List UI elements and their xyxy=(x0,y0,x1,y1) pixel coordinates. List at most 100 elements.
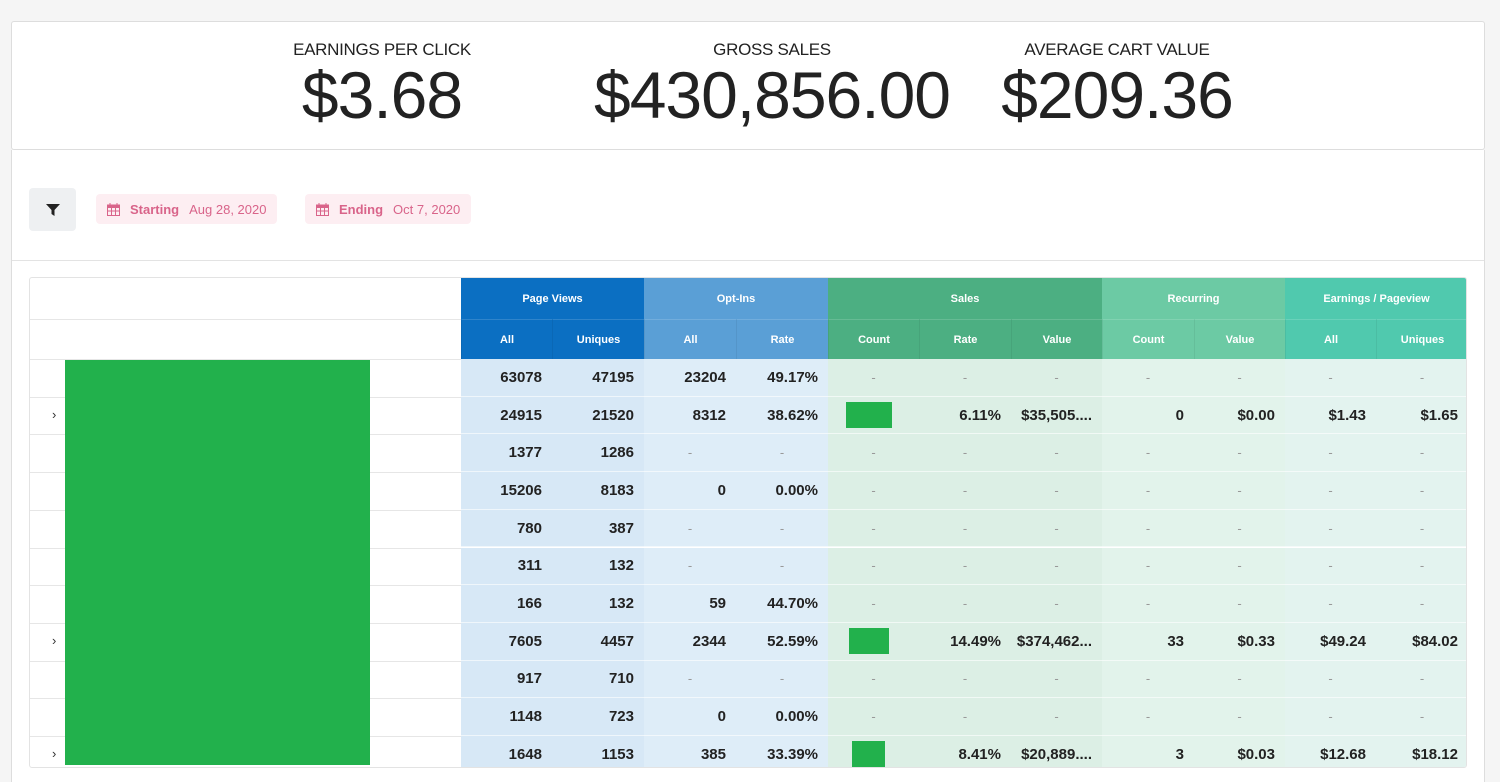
table-cell: 15206 xyxy=(461,472,552,510)
table-cell: 8183 xyxy=(552,472,644,510)
table-cell: - xyxy=(1102,472,1194,510)
table-cell: - xyxy=(1102,359,1194,397)
table-cell: 132 xyxy=(552,547,644,586)
table-cell: - xyxy=(828,547,919,586)
group-header-opt-ins: Opt-Ins xyxy=(644,278,828,319)
table-cell: - xyxy=(828,509,919,548)
table-cell: 23204 xyxy=(644,359,736,397)
table-cell: - xyxy=(1102,585,1194,623)
table-cell: - xyxy=(736,509,828,548)
column-header[interactable]: All xyxy=(644,319,736,359)
redacted-block xyxy=(845,402,892,429)
table-cell: - xyxy=(919,472,1011,510)
table-cell: - xyxy=(644,660,736,699)
stats-card: EARNINGS PER CLICK $3.68 GROSS SALES $43… xyxy=(11,21,1485,150)
table-cell: - xyxy=(1194,585,1285,623)
filter-button[interactable] xyxy=(29,188,76,231)
table-cell: - xyxy=(1194,359,1285,397)
table-cell: 47195 xyxy=(552,359,644,397)
stat-average-cart-value: AVERAGE CART VALUE $209.36 xyxy=(1001,40,1234,132)
column-header[interactable]: Value xyxy=(1194,319,1285,359)
table-cell xyxy=(828,736,919,767)
table-cell: - xyxy=(644,547,736,586)
table-cell: 166 xyxy=(461,585,552,623)
table-cell: 0 xyxy=(1102,396,1194,435)
column-header[interactable]: Uniques xyxy=(552,319,644,359)
table-cell: - xyxy=(1194,698,1285,736)
table-cell: - xyxy=(919,509,1011,548)
table-cell: $84.02 xyxy=(1376,622,1466,661)
table-cell: 0.00% xyxy=(736,472,828,510)
table-cell: 1286 xyxy=(552,434,644,473)
table-cell: - xyxy=(1376,472,1466,510)
table-cell: - xyxy=(1376,434,1466,473)
table-cell: 49.17% xyxy=(736,359,828,397)
table-cell: 38.62% xyxy=(736,396,828,435)
stat-gross-sales: GROSS SALES $430,856.00 xyxy=(593,40,951,132)
column-header[interactable]: Count xyxy=(1102,319,1194,359)
expand-chevron-icon[interactable]: › xyxy=(52,746,56,761)
table-cell: - xyxy=(644,509,736,548)
table-cell: 780 xyxy=(461,509,552,548)
table-cell: 0 xyxy=(644,698,736,736)
column-header[interactable]: All xyxy=(1285,319,1376,359)
table-cell: - xyxy=(644,434,736,473)
table-cell: - xyxy=(1011,509,1102,548)
table-cell: - xyxy=(828,698,919,736)
column-header[interactable]: Rate xyxy=(919,319,1011,359)
table-cell: - xyxy=(1011,359,1102,397)
table-cell: 8.41% xyxy=(919,736,1011,767)
table-cell: - xyxy=(1285,359,1376,397)
table-cell: - xyxy=(1285,472,1376,510)
report-table: Page Views Opt-Ins Sales Recurring Earnings … xyxy=(29,277,1467,768)
table-cell: 917 xyxy=(461,660,552,699)
table-cell: - xyxy=(828,660,919,699)
table-cell: - xyxy=(1285,509,1376,548)
column-header[interactable]: Count xyxy=(828,319,919,359)
table-cell: 385 xyxy=(644,736,736,767)
table-cell: - xyxy=(1011,434,1102,473)
table-cell xyxy=(828,396,919,435)
table-cell: - xyxy=(1011,585,1102,623)
table-cell: 1377 xyxy=(461,434,552,473)
report-panel: Starting Aug 28, 2020 Ending Oct 7, 2020… xyxy=(11,150,1485,782)
expand-chevron-icon[interactable]: › xyxy=(52,633,56,648)
table-cell: 2344 xyxy=(644,622,736,661)
starting-date-filter[interactable]: Starting Aug 28, 2020 xyxy=(96,194,278,224)
table-cell: - xyxy=(1011,660,1102,699)
column-header[interactable]: Value xyxy=(1011,319,1102,359)
table-cell: - xyxy=(736,547,828,586)
table-cell: $0.03 xyxy=(1194,736,1285,767)
calendar-icon xyxy=(107,202,120,216)
table-cell: - xyxy=(1376,585,1466,623)
table-cell: - xyxy=(828,472,919,510)
table-cell: - xyxy=(1285,698,1376,736)
table-cell: - xyxy=(1376,547,1466,586)
table-cell: 14.49% xyxy=(919,622,1011,661)
column-header[interactable]: Uniques xyxy=(1376,319,1466,359)
column-header[interactable]: Rate xyxy=(736,319,828,359)
table-cell: - xyxy=(736,434,828,473)
column-header[interactable]: All xyxy=(461,319,552,359)
table-cell: - xyxy=(1285,547,1376,586)
table-cell: 0.00% xyxy=(736,698,828,736)
table-cell: - xyxy=(1376,660,1466,699)
table-cell: $18.12 xyxy=(1376,736,1466,767)
table-cell: 0 xyxy=(644,472,736,510)
table-cell: 8312 xyxy=(644,396,736,435)
table-cell: - xyxy=(1011,698,1102,736)
table-cell: 6.11% xyxy=(919,396,1011,435)
expand-chevron-icon[interactable]: › xyxy=(52,407,56,422)
table-cell: - xyxy=(1011,547,1102,586)
table-cell: 723 xyxy=(552,698,644,736)
table-cell: - xyxy=(828,359,919,397)
table-cell: 3 xyxy=(1102,736,1194,767)
table-cell: - xyxy=(1102,547,1194,586)
ending-date-filter[interactable]: Ending Oct 7, 2020 xyxy=(305,194,472,224)
table-cell: - xyxy=(919,359,1011,397)
table-cell: 63078 xyxy=(461,359,552,397)
table-cell: - xyxy=(1376,359,1466,397)
table-cell: - xyxy=(1102,698,1194,736)
table-cell: - xyxy=(1102,509,1194,548)
table-cell: $49.24 xyxy=(1285,622,1376,661)
